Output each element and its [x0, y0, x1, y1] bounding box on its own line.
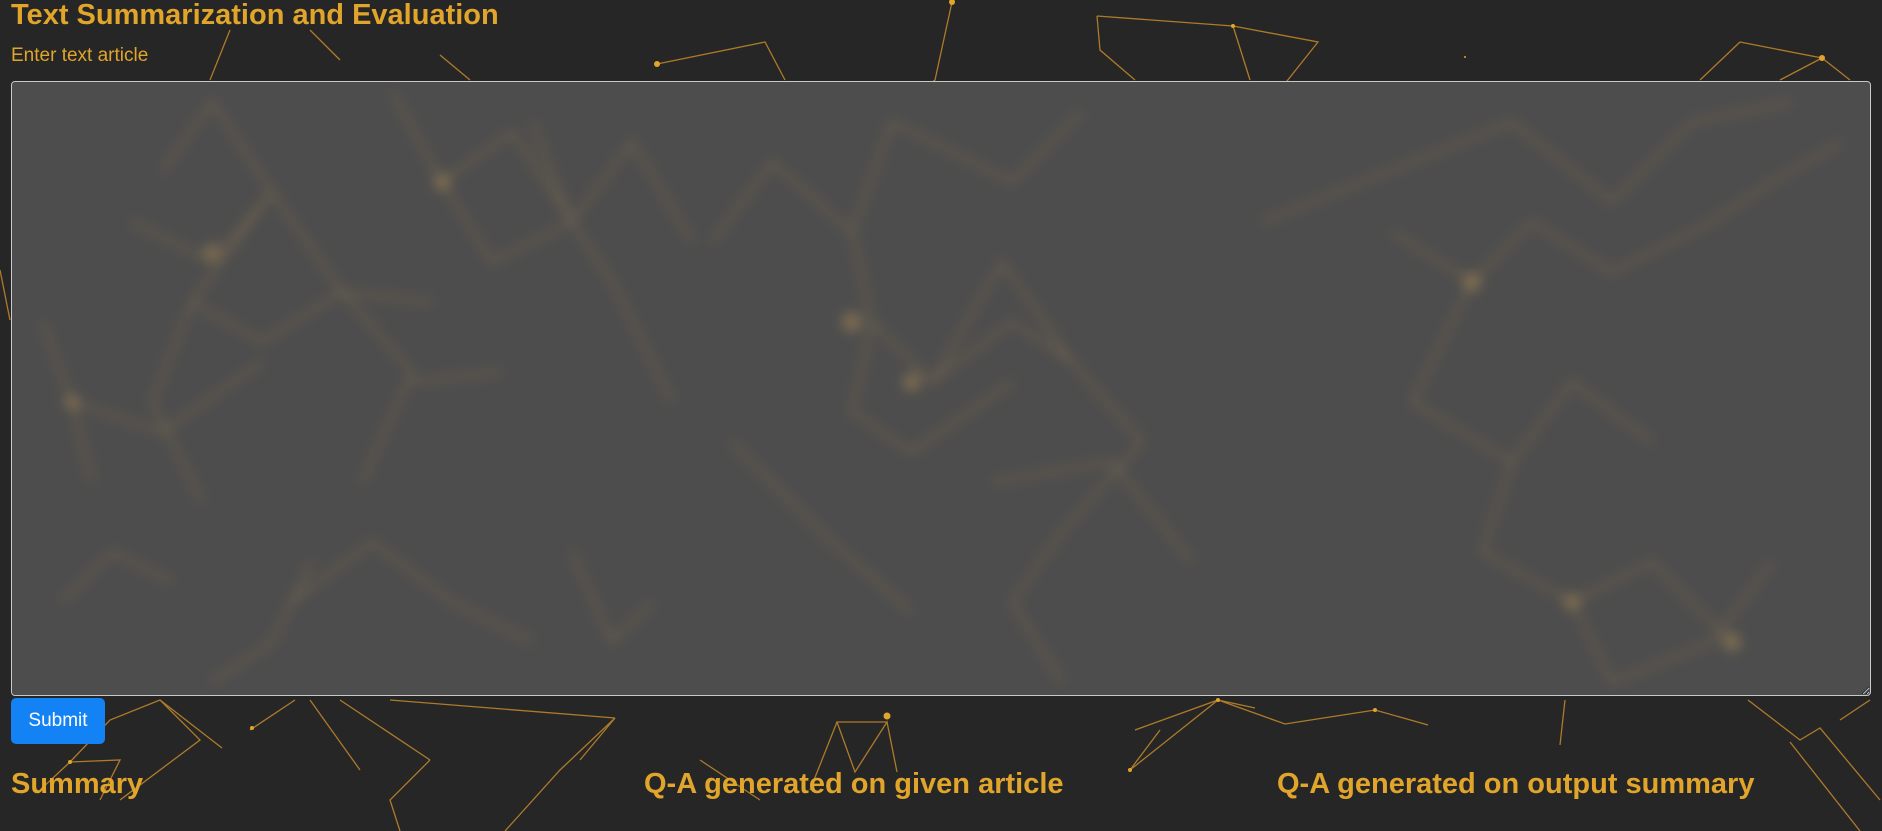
page-title: Text Summarization and Evaluation — [11, 0, 499, 31]
summary-heading: Summary — [11, 768, 144, 800]
article-textarea[interactable] — [11, 81, 1871, 696]
qa-article-heading: Q-A generated on given article — [644, 768, 1064, 800]
qa-summary-heading: Q-A generated on output summary — [1277, 768, 1755, 800]
article-input-label: Enter text article — [11, 45, 149, 66]
submit-button[interactable]: Submit — [11, 698, 105, 744]
